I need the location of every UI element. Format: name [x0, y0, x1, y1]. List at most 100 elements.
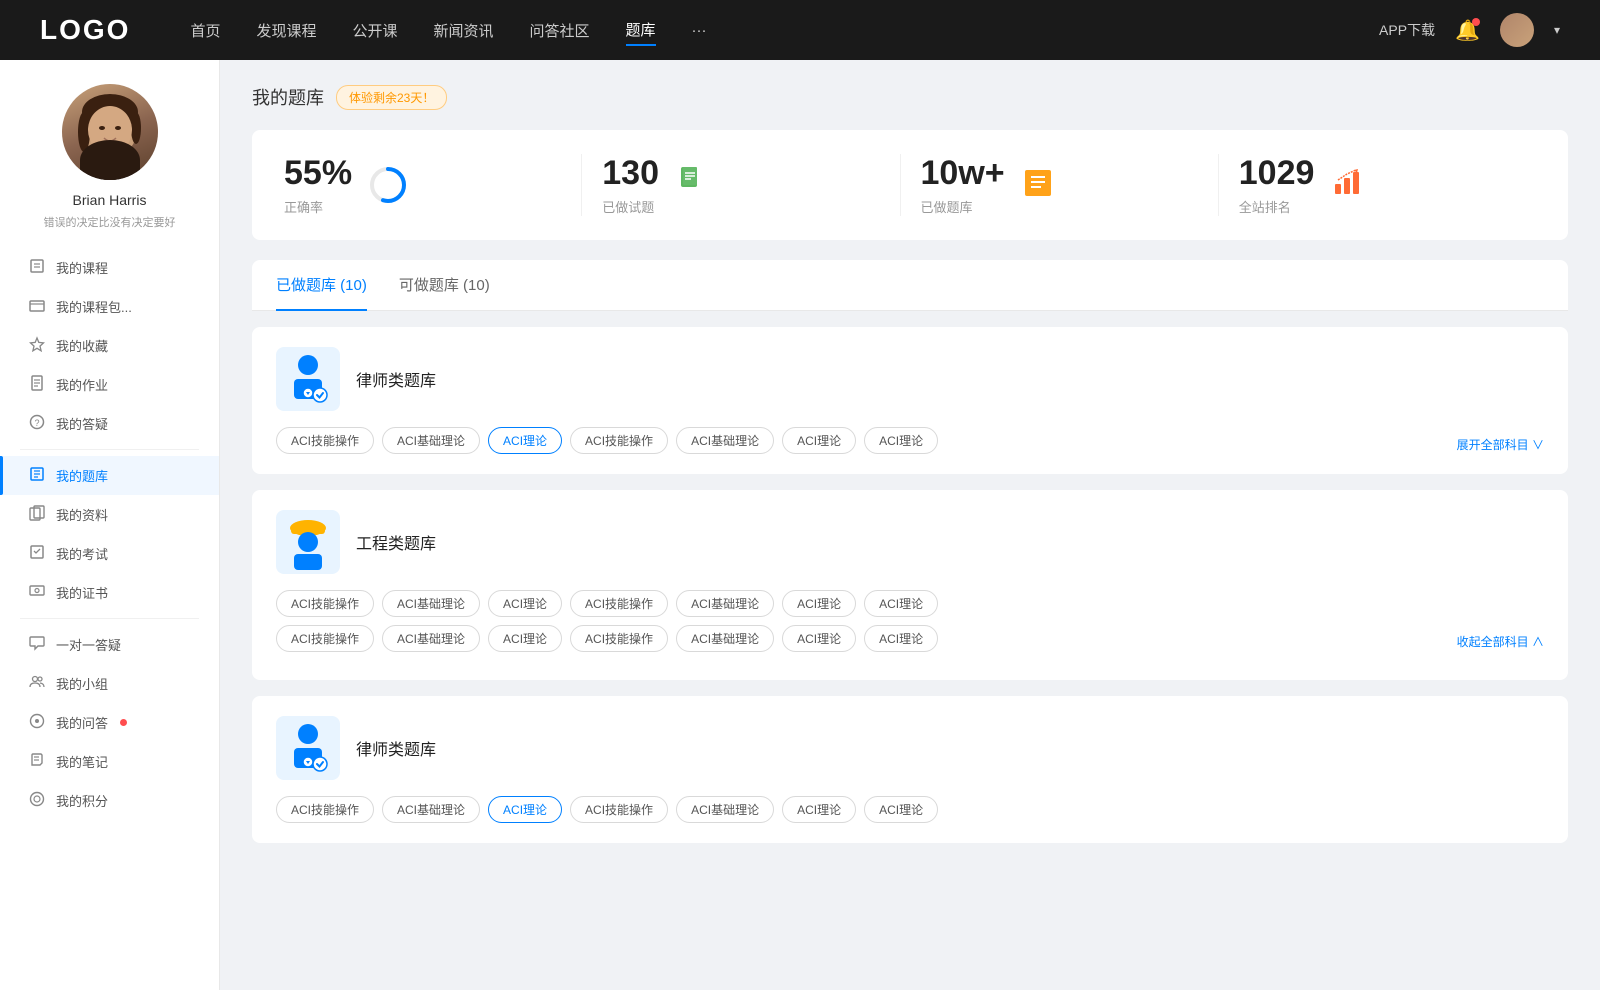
tag[interactable]: ACI技能操作	[276, 427, 374, 454]
sidebar-item-label: 我的收藏	[56, 336, 108, 355]
lawyer-svg-2	[284, 720, 332, 776]
main-content: 我的题库 体验剩余23天！ 55% 正确率	[220, 60, 1600, 990]
notification-bell[interactable]: 🔔	[1455, 18, 1480, 43]
stat-value: 55%	[284, 154, 352, 193]
nav-link-opencourse[interactable]: 公开课	[352, 16, 397, 45]
sidebar-item-points[interactable]: 我的积分	[0, 781, 219, 820]
tag[interactable]: ACI理论	[864, 590, 938, 617]
package-icon	[28, 297, 46, 316]
tag[interactable]: ACI理论	[782, 427, 856, 454]
sidebar-item-label: 我的小组	[56, 674, 108, 693]
tag[interactable]: ACI理论	[864, 427, 938, 454]
tag[interactable]: ACI基础理论	[382, 796, 480, 823]
sidebar-item-label: 我的考试	[56, 544, 108, 563]
exam-icon	[28, 544, 46, 563]
stat-value: 1029	[1239, 154, 1315, 193]
qbank-lawyer-icon-2	[276, 716, 340, 780]
courses-icon	[28, 258, 46, 277]
stat-label: 正确率	[284, 197, 352, 216]
tag[interactable]: ACI理论	[782, 590, 856, 617]
tag[interactable]: ACI技能操作	[276, 625, 374, 652]
sidebar-item-homework[interactable]: 我的作业	[0, 365, 219, 404]
tag[interactable]: ACI基础理论	[676, 625, 774, 652]
qbank-lawyer-icon	[276, 347, 340, 411]
sidebar-item-course-package[interactable]: 我的课程包...	[0, 287, 219, 326]
sidebar-item-notes[interactable]: 我的笔记	[0, 742, 219, 781]
sidebar-item-group[interactable]: 我的小组	[0, 664, 219, 703]
sidebar: Brian Harris 错误的决定比没有决定要好 我的课程 我的课程包... …	[0, 60, 220, 990]
sidebar-item-label: 我的课程	[56, 258, 108, 277]
qbank-icon	[28, 466, 46, 485]
group-icon	[28, 674, 46, 693]
nav-link-home[interactable]: 首页	[190, 16, 220, 45]
qbank-card-engineer: 工程类题库 ACI技能操作 ACI基础理论 ACI理论 ACI技能操作 ACI基…	[252, 490, 1568, 680]
tag[interactable]: ACI理论	[488, 590, 562, 617]
avatar-image	[62, 84, 158, 180]
tag-active[interactable]: ACI理论	[488, 427, 562, 454]
tag[interactable]: ACI基础理论	[382, 590, 480, 617]
tag[interactable]: ACI技能操作	[570, 796, 668, 823]
nav-right: APP下载 🔔 ▾	[1379, 13, 1560, 47]
stat-accuracy: 55% 正确率	[284, 154, 582, 216]
sidebar-item-materials[interactable]: 我的资料	[0, 495, 219, 534]
stat-text: 1029 全站排名	[1239, 154, 1315, 216]
tag[interactable]: ACI技能操作	[570, 590, 668, 617]
tag[interactable]: ACI理论	[782, 796, 856, 823]
tab-available-banks[interactable]: 可做题库 (10)	[399, 260, 490, 311]
tag[interactable]: ACI理论	[864, 796, 938, 823]
sidebar-item-1on1[interactable]: 一对一答疑	[0, 625, 219, 664]
sidebar-item-label: 我的笔记	[56, 752, 108, 771]
sidebar-item-label: 我的答疑	[56, 414, 108, 433]
materials-icon	[28, 505, 46, 524]
tag[interactable]: ACI基础理论	[676, 590, 774, 617]
tag-active[interactable]: ACI理论	[488, 796, 562, 823]
divider	[20, 449, 199, 450]
tag[interactable]: ACI技能操作	[276, 590, 374, 617]
sidebar-item-label: 我的证书	[56, 583, 108, 602]
qbank-header: 律师类题库	[276, 716, 1544, 780]
user-avatar[interactable]	[1500, 13, 1534, 47]
tag[interactable]: ACI基础理论	[676, 427, 774, 454]
tag[interactable]: ACI技能操作	[570, 427, 668, 454]
notes-icon	[28, 752, 46, 771]
nav-link-more[interactable]: ···	[692, 18, 707, 43]
nav-links: 首页 发现课程 公开课 新闻资讯 问答社区 题库 ···	[190, 15, 1379, 46]
nav-link-qa[interactable]: 问答社区	[530, 16, 590, 45]
sidebar-item-exams[interactable]: 我的考试	[0, 534, 219, 573]
tag[interactable]: ACI理论	[864, 625, 938, 652]
app-download-button[interactable]: APP下载	[1379, 20, 1435, 40]
nav-link-discover[interactable]: 发现课程	[256, 16, 316, 45]
nav-link-qbank[interactable]: 题库	[626, 15, 656, 46]
tag[interactable]: ACI技能操作	[570, 625, 668, 652]
tag[interactable]: ACI基础理论	[382, 427, 480, 454]
sidebar-username: Brian Harris	[73, 192, 147, 208]
tag[interactable]: ACI基础理论	[382, 625, 480, 652]
sidebar-item-label: 我的问答	[56, 713, 108, 732]
expand-button[interactable]: 展开全部科目 ∨	[1457, 436, 1544, 453]
tag[interactable]: ACI技能操作	[276, 796, 374, 823]
tag[interactable]: ACI基础理论	[676, 796, 774, 823]
qbank-tags: ACI技能操作 ACI基础理论 ACI理论 ACI技能操作 ACI基础理论 AC…	[276, 796, 1544, 823]
chat-icon	[28, 635, 46, 654]
stat-done-banks: 10w+ 已做题库	[901, 154, 1219, 216]
navbar: LOGO 首页 发现课程 公开课 新闻资讯 问答社区 题库 ··· APP下载 …	[0, 0, 1600, 60]
nav-link-news[interactable]: 新闻资讯	[434, 16, 494, 45]
user-dropdown-icon[interactable]: ▾	[1554, 23, 1560, 37]
collapse-button[interactable]: 收起全部科目 ∧	[1457, 633, 1544, 652]
avatar-image	[1500, 13, 1534, 47]
engineer-svg	[283, 514, 333, 570]
sidebar-item-favorites[interactable]: 我的收藏	[0, 326, 219, 365]
sidebar-item-questions[interactable]: ? 我的答疑	[0, 404, 219, 443]
sidebar-item-qbank[interactable]: 我的题库	[0, 456, 219, 495]
sidebar-item-certificate[interactable]: 我的证书	[0, 573, 219, 612]
tag[interactable]: ACI理论	[488, 625, 562, 652]
trial-badge: 体验剩余23天！	[336, 85, 447, 110]
tab-done-banks[interactable]: 已做题库 (10)	[276, 260, 367, 311]
qbank-title: 律师类题库	[356, 367, 436, 391]
notification-dot	[1472, 18, 1480, 26]
page-title: 我的题库	[252, 84, 324, 110]
sidebar-item-my-courses[interactable]: 我的课程	[0, 248, 219, 287]
tag[interactable]: ACI理论	[782, 625, 856, 652]
sidebar-item-myqa[interactable]: 我的问答	[0, 703, 219, 742]
qbank-card-lawyer-1: 律师类题库 ACI技能操作 ACI基础理论 ACI理论 ACI技能操作 ACI基…	[252, 327, 1568, 474]
